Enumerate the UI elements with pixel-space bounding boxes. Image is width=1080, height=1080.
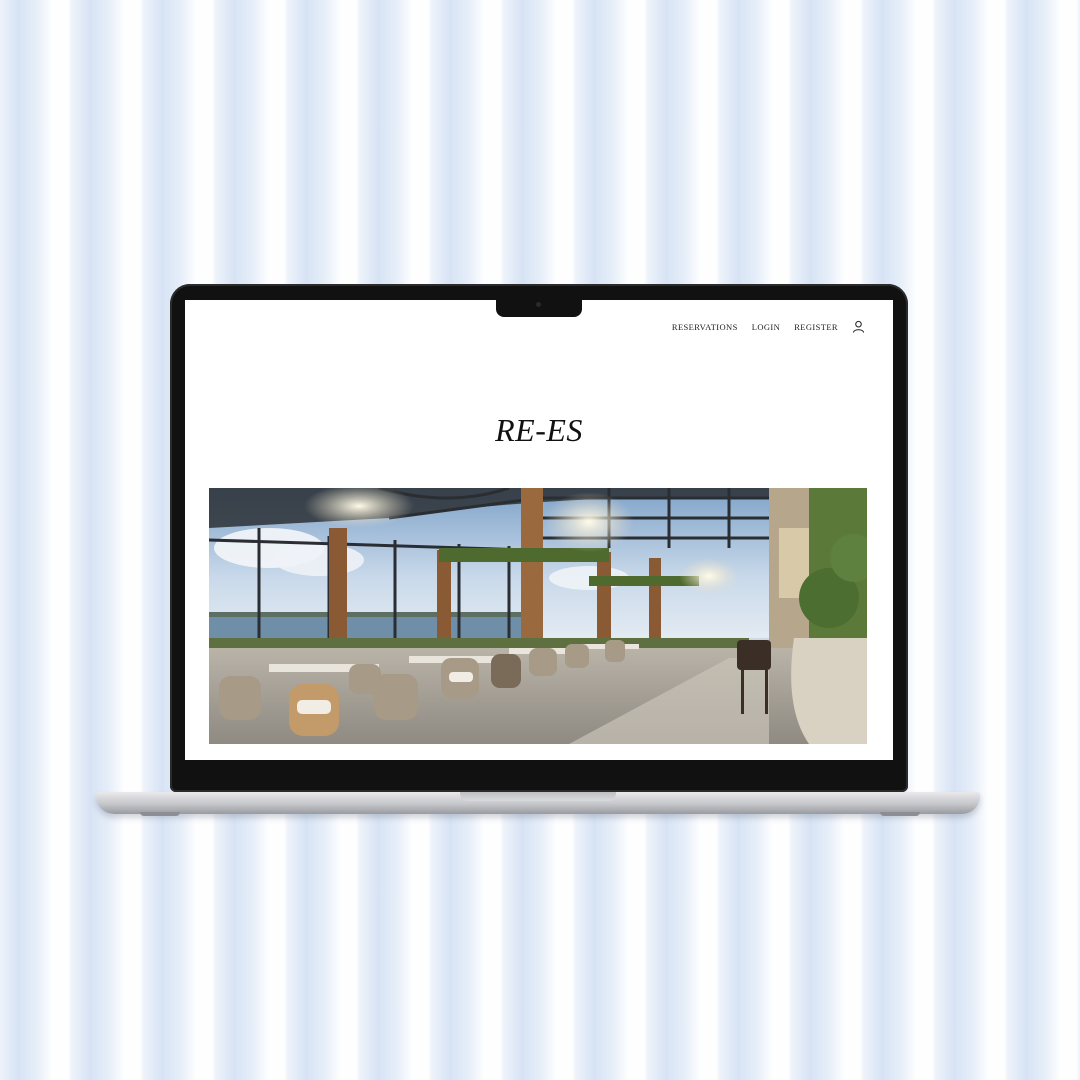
laptop-hinge-cutout: [460, 792, 616, 801]
camera-lens: [536, 302, 541, 307]
website-screen: RESERVATIONS LOGIN REGISTER RE-ES: [185, 300, 893, 760]
user-icon[interactable]: [852, 320, 865, 333]
laptop-foot-left: [140, 812, 180, 816]
nav-reservations-link[interactable]: RESERVATIONS: [672, 322, 738, 332]
laptop-mockup: RESERVATIONS LOGIN REGISTER RE-ES: [0, 0, 1080, 1080]
laptop-foot-right: [880, 812, 920, 816]
nav-login-link[interactable]: LOGIN: [752, 322, 780, 332]
restaurant-interior-image: [209, 488, 867, 744]
site-title: RE-ES: [495, 412, 583, 448]
top-nav: RESERVATIONS LOGIN REGISTER: [672, 320, 865, 333]
nav-register-link[interactable]: REGISTER: [794, 322, 838, 332]
restaurant-interior-illustration: [209, 488, 867, 744]
